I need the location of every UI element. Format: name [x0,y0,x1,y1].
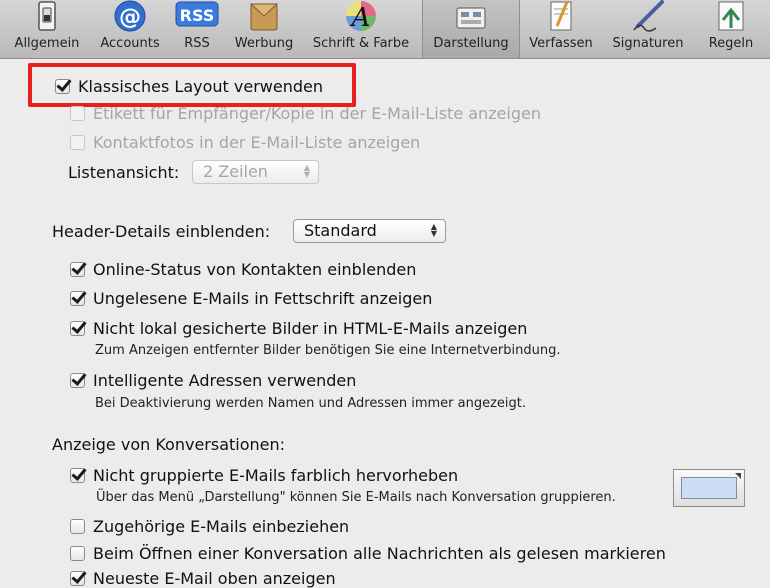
toolbar-item-signaturen[interactable]: Signaturen [604,0,692,58]
include-related-option[interactable]: Zugehörige E-Mails einbeziehen [70,517,349,536]
online-status-label: Online-Status von Kontakten einblenden [93,260,417,279]
viewing-icon [456,7,486,29]
header-details-label: Header-Details einblenden: [52,222,271,241]
font-color-icon: A [346,1,376,33]
toolbar-item-accounts[interactable]: @ Accounts [94,0,166,58]
remote-images-checkbox[interactable] [70,321,85,336]
smart-addresses-option[interactable]: Intelligente Adressen verwenden [70,371,356,390]
preferences-toolbar: Allgemein @ Accounts RSS RSS Werbung A S… [0,0,770,59]
at-sign-icon: @ [114,0,146,32]
contact-photos-label: Kontaktfotos in der E-Mail-Liste anzeige… [93,133,421,152]
unread-bold-label: Ungelesene E-Mails in Fettschrift anzeig… [93,289,433,308]
toolbar-item-darstellung[interactable]: Darstellung [422,0,520,58]
compose-icon [550,1,572,31]
conversation-color-swatch [681,477,737,499]
color-well-corner-icon [735,473,741,479]
red-highlight-annotation [28,63,356,107]
toolbar-label: Regeln [708,36,754,51]
toolbar-label: Werbung [234,36,294,51]
highlight-ungrouped-hint: Über das Menü „Darstellung" können Sie E… [96,490,616,505]
signature-pen-icon [633,0,664,32]
header-details-value: Standard [304,221,377,240]
toolbar-item-rss[interactable]: RSS RSS [166,0,228,58]
highlight-ungrouped-label: Nicht gruppierte E-Mails farblich hervor… [93,466,459,485]
contact-photos-checkbox[interactable] [70,135,85,150]
svg-text:@: @ [119,5,141,30]
show-to-cc-label: Etikett für Empfänger/Kopie in der E-Mai… [93,104,542,123]
remote-images-option[interactable]: Nicht lokal gesicherte Bilder in HTML-E-… [70,319,527,338]
svg-text:A: A [350,3,371,33]
highlight-ungrouped-checkbox[interactable] [70,468,85,483]
toolbar-label: Signaturen [612,36,684,51]
newest-on-top-label: Neueste E-Mail oben anzeigen [93,569,336,588]
mark-all-read-label: Beim Öffnen einer Konversation alle Nach… [93,544,666,563]
include-related-checkbox[interactable] [70,519,85,534]
contact-photos-option[interactable]: Kontaktfotos in der E-Mail-Liste anzeige… [70,133,420,152]
junk-mail-icon [249,3,279,31]
toolbar-label: RSS [184,36,210,51]
show-to-cc-option[interactable]: Etikett für Empfänger/Kopie in der E-Mai… [70,104,541,123]
toolbar-item-regeln[interactable]: Regeln [692,0,770,58]
toolbar-item-schrift-farbe[interactable]: A Schrift & Farbe [300,0,422,58]
smart-addresses-hint: Bei Deaktivierung werden Namen und Adres… [95,396,527,411]
rules-icon [718,1,744,31]
list-view-label: Listenansicht: [68,163,180,182]
show-to-cc-checkbox[interactable] [70,106,85,121]
toolbar-label: Allgemein [14,36,80,51]
list-view-popup[interactable]: 2 Zeilen ▲ ▼ [192,160,319,184]
header-details-popup[interactable]: Standard ▲ ▼ [293,219,446,243]
newest-on-top-checkbox[interactable] [70,571,85,586]
popup-arrows-icon: ▲ ▼ [303,163,310,179]
smart-addresses-label: Intelligente Adressen verwenden [93,371,357,390]
switch-icon [38,1,56,31]
unread-bold-option[interactable]: Ungelesene E-Mails in Fettschrift anzeig… [70,289,432,308]
remote-images-hint: Zum Anzeigen entfernter Bilder benötigen… [95,343,561,358]
online-status-option[interactable]: Online-Status von Kontakten einblenden [70,260,416,279]
unread-bold-checkbox[interactable] [70,291,85,306]
toolbar-item-verfassen[interactable]: Verfassen [518,0,604,58]
list-view-value: 2 Zeilen [203,162,268,181]
toolbar-item-allgemein[interactable]: Allgemein [0,0,94,58]
include-related-label: Zugehörige E-Mails einbeziehen [93,517,350,536]
toolbar-label: Schrift & Farbe [312,36,410,51]
toolbar-label: Verfassen [529,36,593,51]
svg-text:RSS: RSS [180,6,215,25]
remote-images-label: Nicht lokal gesicherte Bilder in HTML-E-… [93,319,528,338]
conversation-color-well[interactable] [673,469,745,507]
mark-all-read-option[interactable]: Beim Öffnen einer Konversation alle Nach… [70,544,666,563]
toolbar-label: Darstellung [433,36,509,51]
online-status-checkbox[interactable] [70,262,85,277]
rss-icon: RSS [175,1,219,27]
newest-on-top-option[interactable]: Neueste E-Mail oben anzeigen [70,569,336,588]
mark-all-read-checkbox[interactable] [70,546,85,561]
popup-arrows-icon: ▲ ▼ [430,222,437,238]
smart-addresses-checkbox[interactable] [70,373,85,388]
toolbar-label: Accounts [100,36,160,51]
toolbar-item-werbung[interactable]: Werbung [228,0,300,58]
conversation-section-title: Anzeige von Konversationen: [52,435,286,454]
highlight-ungrouped-option[interactable]: Nicht gruppierte E-Mails farblich hervor… [70,466,458,485]
